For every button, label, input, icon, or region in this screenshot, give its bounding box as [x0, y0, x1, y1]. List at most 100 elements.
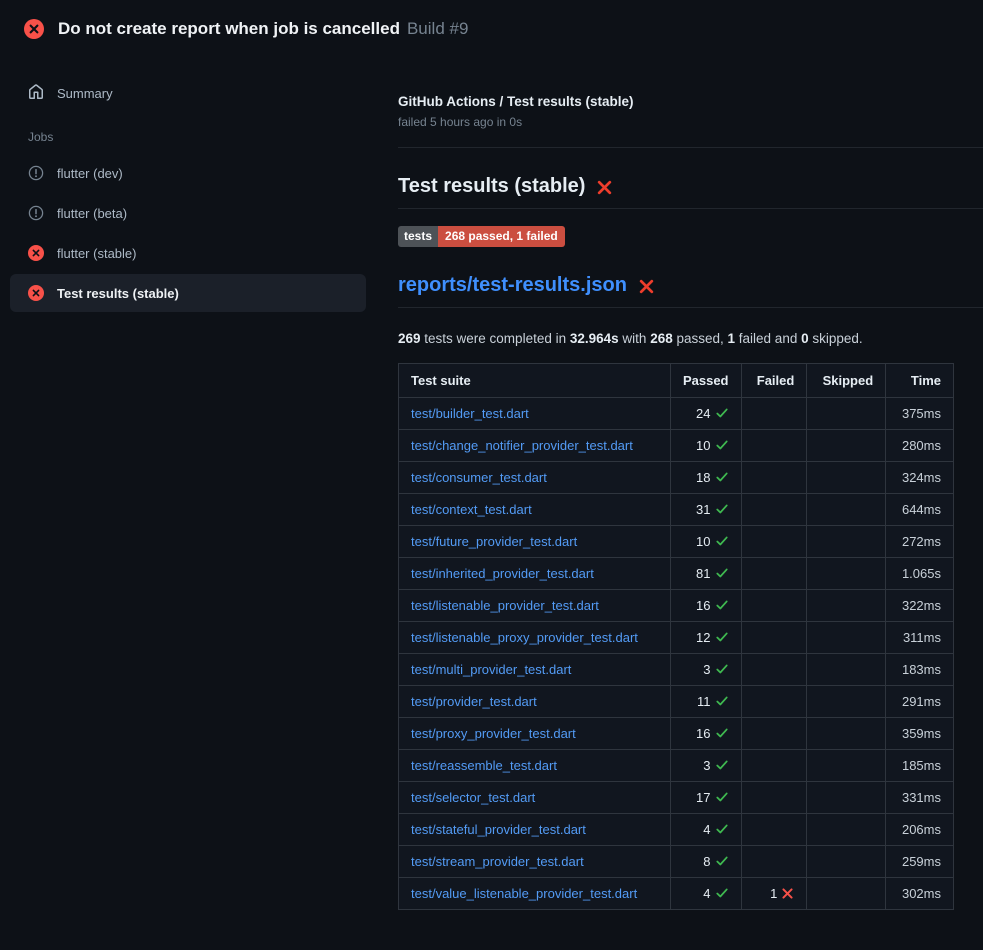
skipped-cell [807, 398, 886, 430]
table-row: test/provider_test.dart 11 291ms [399, 686, 954, 718]
failed-cell [741, 430, 807, 462]
time-cell: 183ms [886, 654, 954, 686]
passed-cell: 11 [670, 686, 741, 718]
passed-cell: 4 [670, 878, 741, 910]
sidebar-jobs: flutter (dev) flutter (beta) flutter (st… [10, 154, 366, 312]
check-icon [715, 822, 729, 836]
check-icon [715, 502, 729, 516]
test-suite-cell: test/listenable_proxy_provider_test.dart [399, 622, 671, 654]
home-icon [28, 84, 44, 103]
passed-cell: 4 [670, 814, 741, 846]
skipped-cell [807, 590, 886, 622]
test-suite-cell: test/reassemble_test.dart [399, 750, 671, 782]
summary-segment: 269 [398, 331, 421, 346]
count: 3 [703, 662, 710, 677]
test-suite-link[interactable]: test/stream_provider_test.dart [411, 854, 584, 869]
table-row: test/builder_test.dart 24 375ms [399, 398, 954, 430]
summary-segment: 0 [801, 331, 809, 346]
skipped-cell [807, 878, 886, 910]
test-suite-link[interactable]: test/change_notifier_provider_test.dart [411, 438, 633, 453]
time-cell: 291ms [886, 686, 954, 718]
test-suite-link[interactable]: test/provider_test.dart [411, 694, 537, 709]
check-icon [715, 694, 729, 708]
passed-cell: 16 [670, 718, 741, 750]
sidebar-job-item[interactable]: flutter (beta) [10, 194, 366, 232]
time-cell: 206ms [886, 814, 954, 846]
table-row: test/context_test.dart31 644ms [399, 494, 954, 526]
test-suite-link[interactable]: test/consumer_test.dart [411, 470, 547, 485]
test-suite-cell: test/provider_test.dart [399, 686, 671, 718]
x-icon [781, 887, 794, 900]
check-icon [715, 854, 729, 868]
time-cell: 1.065s [886, 558, 954, 590]
test-suite-link[interactable]: test/builder_test.dart [411, 406, 529, 421]
build-header: Do not create report when job is cancell… [0, 0, 983, 58]
passed-cell: 3 [670, 750, 741, 782]
sidebar-item-summary[interactable]: Summary [10, 74, 366, 112]
time-cell: 375ms [886, 398, 954, 430]
test-suite-link[interactable]: test/listenable_provider_test.dart [411, 598, 599, 613]
count: 8 [703, 854, 710, 869]
count: 12 [696, 630, 710, 645]
failed-cell [741, 462, 807, 494]
sidebar-job-item[interactable]: Test results (stable) [10, 274, 366, 312]
table-row: test/change_notifier_provider_test.dart1… [399, 430, 954, 462]
report-file-link[interactable]: reports/test-results.json [398, 274, 627, 297]
test-suite-cell: test/builder_test.dart [399, 398, 671, 430]
time-cell: 331ms [886, 782, 954, 814]
test-suite-link[interactable]: test/proxy_provider_test.dart [411, 726, 576, 741]
count: 11 [697, 694, 711, 709]
test-suite-link[interactable]: test/inherited_provider_test.dart [411, 566, 594, 581]
check-icon [715, 438, 729, 452]
summary-segment: 268 [650, 331, 673, 346]
run-meta: failed 5 hours ago in 0s [398, 115, 983, 129]
test-suite-link[interactable]: test/future_provider_test.dart [411, 534, 577, 549]
test-suite-link[interactable]: test/reassemble_test.dart [411, 758, 557, 773]
count: 1 [770, 886, 777, 901]
time-cell: 324ms [886, 462, 954, 494]
test-suite-link[interactable]: test/listenable_proxy_provider_test.dart [411, 630, 638, 645]
test-suite-link[interactable]: test/value_listenable_provider_test.dart [411, 886, 637, 901]
column-header: Skipped [807, 364, 886, 398]
table-row: test/future_provider_test.dart10 272ms [399, 526, 954, 558]
time-cell: 311ms [886, 622, 954, 654]
count: 16 [696, 726, 710, 741]
divider [398, 147, 983, 148]
count: 3 [703, 758, 710, 773]
summary-segment: 32.964s [570, 331, 619, 346]
sidebar-job-item[interactable]: flutter (stable) [10, 234, 366, 272]
test-suite-cell: test/consumer_test.dart [399, 462, 671, 494]
failed-cell [741, 494, 807, 526]
skipped-cell [807, 462, 886, 494]
passed-cell: 17 [670, 782, 741, 814]
time-cell: 259ms [886, 846, 954, 878]
build-number: Build #9 [407, 19, 468, 38]
report-file-heading[interactable]: reports/test-results.json [398, 274, 983, 308]
table-row: test/stateful_provider_test.dart 4 206ms [399, 814, 954, 846]
check-icon [715, 566, 729, 580]
failed-x-circle-icon [28, 285, 44, 301]
sidebar: Summary Jobs flutter (dev) flutter (beta… [0, 58, 390, 314]
time-cell: 302ms [886, 878, 954, 910]
table-row: test/listenable_proxy_provider_test.dart… [399, 622, 954, 654]
test-suite-link[interactable]: test/multi_provider_test.dart [411, 662, 571, 677]
jobs-section-label: Jobs [28, 130, 366, 144]
check-icon [715, 534, 729, 548]
tests-status-badge: tests 268 passed, 1 failed [398, 226, 565, 247]
test-suite-link[interactable]: test/context_test.dart [411, 502, 532, 517]
skipped-cell [807, 430, 886, 462]
count: 18 [696, 470, 710, 485]
failed-cell [741, 558, 807, 590]
table-body: test/builder_test.dart24 375mstest/chang… [399, 398, 954, 910]
main-content: GitHub Actions / Test results (stable) f… [390, 58, 983, 910]
test-suite-link[interactable]: test/stateful_provider_test.dart [411, 822, 586, 837]
failed-cell [741, 590, 807, 622]
sidebar-job-item[interactable]: flutter (dev) [10, 154, 366, 192]
section-heading-test-results: Test results (stable) [398, 175, 983, 209]
count: 16 [696, 598, 710, 613]
test-suite-link[interactable]: test/selector_test.dart [411, 790, 535, 805]
test-suite-cell: test/value_listenable_provider_test.dart [399, 878, 671, 910]
skipped-cell [807, 782, 886, 814]
table-row: test/multi_provider_test.dart 3 183ms [399, 654, 954, 686]
passed-cell: 24 [670, 398, 741, 430]
